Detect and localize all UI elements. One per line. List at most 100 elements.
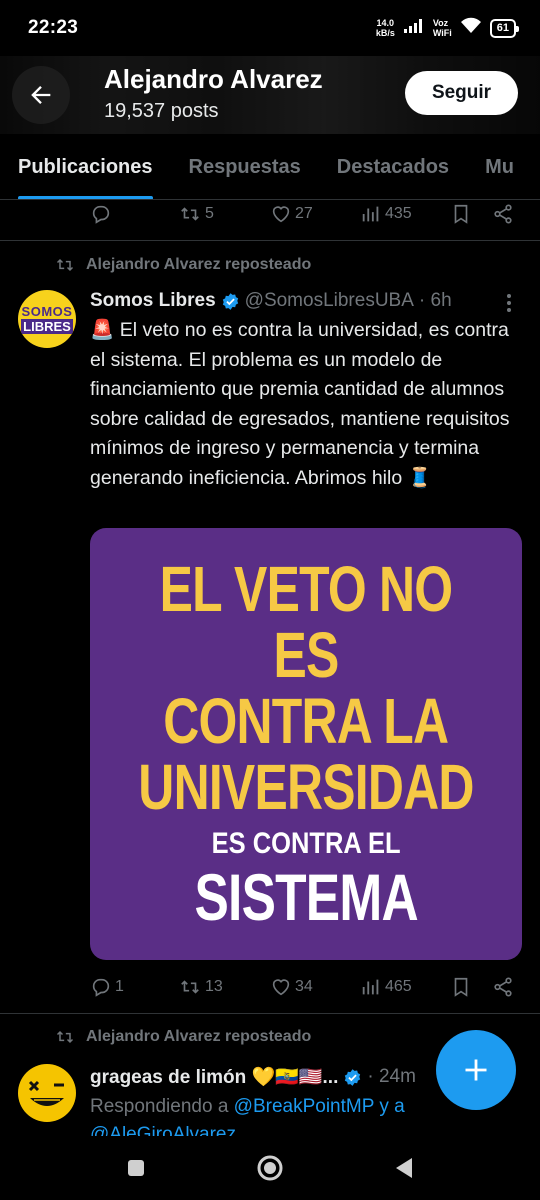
back-nav-button[interactable] [384, 1148, 424, 1188]
like-button[interactable]: 34 [270, 976, 313, 998]
tab-label: Destacados [336, 155, 450, 178]
tab-respuestas[interactable]: Respuestas [171, 134, 319, 199]
views-count: 465 [385, 978, 412, 995]
reply-button[interactable] [90, 203, 115, 225]
compose-button[interactable] [436, 1030, 516, 1110]
profile-name: Alejandro Alvarez [104, 64, 323, 94]
battery-icon: 61 [489, 18, 520, 38]
status-bar: 22:23 14.0 kB/s Voz WiFi 61 [0, 0, 540, 56]
voz-label: Voz [432, 18, 449, 28]
views-button[interactable]: 435 [360, 203, 412, 225]
network-speed-value: 14.0 [376, 18, 395, 28]
repost-button[interactable]: 13 [178, 976, 223, 998]
bookmark-button[interactable] [450, 976, 472, 998]
tweet-header: grageas de limón 💛🇪🇨🇺🇸... · 24m [90, 1065, 440, 1089]
arrow-left-icon [31, 86, 51, 104]
share-icon [494, 977, 512, 997]
home-button[interactable] [250, 1148, 290, 1188]
like-count: 34 [295, 978, 313, 995]
tweet-timestamp[interactable]: · 24m [367, 1066, 416, 1088]
views-button[interactable]: 465 [360, 976, 412, 998]
avatar[interactable] [18, 1064, 76, 1122]
like-count: 27 [295, 205, 313, 222]
tweet-text[interactable]: 🚨 El veto no es contra la universidad, e… [90, 316, 520, 493]
profile-post-count: 19,537 posts [104, 100, 219, 122]
signal-icon [403, 18, 425, 39]
divider [0, 1013, 540, 1014]
image-text-line: CONTRA LA [163, 685, 449, 757]
author-name[interactable]: Somos Libres [90, 290, 216, 312]
tweet-header: Somos Libres @SomosLibresUBA · 6h [90, 290, 452, 312]
mention-link[interactable]: @BreakPointMP [234, 1096, 374, 1117]
avatar[interactable]: SOMOS LIBRES [18, 290, 76, 348]
follow-button[interactable]: Seguir [405, 71, 518, 115]
repost-label[interactable]: Alejandro Alvarez reposteado [86, 1028, 311, 1046]
status-icons: 14.0 kB/s Voz WiFi 61 [376, 17, 520, 39]
reply-icon [92, 978, 110, 997]
views-chart-icon [362, 206, 379, 222]
image-text-line: ES CONTRA EL [211, 827, 401, 860]
tab-multimedia[interactable]: Mu [467, 134, 532, 199]
replying-to-label: Respondiendo a [90, 1096, 229, 1117]
triangle-back-icon [396, 1158, 412, 1178]
profile-tabs: Publicaciones Respuestas Destacados Mu [0, 134, 540, 200]
network-speed: 14.0 kB/s [376, 18, 395, 38]
replying-to: Respondiendo a @BreakPointMP y a [90, 1096, 405, 1118]
share-icon [494, 204, 512, 224]
repost-button[interactable]: 5 [178, 203, 214, 225]
more-options-button[interactable] [505, 292, 513, 319]
image-text-line: UNIVERSIDAD [138, 751, 474, 823]
tweet-image[interactable]: EL VETO NO ES CONTRA LA UNIVERSIDAD ES C… [90, 528, 522, 960]
repost-count: 5 [205, 205, 214, 222]
bookmark-icon [454, 204, 468, 224]
image-text-line: EL VETO NO ES [159, 553, 453, 691]
tab-label: Mu [485, 155, 514, 178]
voz-wifi-label: Voz WiFi [433, 18, 452, 38]
tweet-actions: 1 13 34 465 [90, 975, 520, 999]
author-handle[interactable]: @SomosLibresUBA [245, 290, 414, 312]
share-button[interactable] [492, 203, 514, 225]
reply-icon [92, 205, 110, 224]
repost-icon [56, 258, 74, 272]
square-icon [128, 1160, 144, 1176]
system-nav-bar [0, 1136, 540, 1200]
mention-link[interactable]: @AleGiroAlvarez [90, 1124, 236, 1136]
repost-icon [181, 980, 199, 994]
tab-publicaciones[interactable]: Publicaciones [0, 134, 171, 199]
reply-count: 1 [115, 978, 124, 995]
like-button[interactable]: 27 [270, 203, 313, 225]
repost-indicator: Alejandro Alvarez reposteado [54, 255, 311, 275]
divider [0, 240, 540, 241]
reply-button[interactable]: 1 [90, 976, 124, 998]
bookmark-button[interactable] [450, 203, 472, 225]
grinning-face-icon [28, 1080, 64, 1106]
repost-icon [56, 1030, 74, 1044]
back-button[interactable] [12, 66, 70, 124]
recents-button[interactable] [116, 1148, 156, 1188]
profile-header: Alejandro Alvarez 19,537 posts Seguir [0, 56, 540, 134]
heart-icon [272, 206, 290, 223]
bookmark-icon [454, 977, 468, 997]
wifi-icon [460, 17, 482, 39]
heart-icon [272, 979, 290, 996]
verified-badge-icon [345, 1068, 361, 1086]
verified-badge-icon [222, 292, 238, 310]
prev-tweet-actions: 5 27 435 [90, 202, 520, 226]
status-time: 22:23 [28, 17, 79, 38]
tab-label: Publicaciones [18, 155, 153, 178]
network-speed-unit: kB/s [375, 28, 395, 38]
repost-label[interactable]: Alejandro Alvarez reposteado [86, 256, 311, 274]
tab-destacados[interactable]: Destacados [319, 134, 467, 199]
author-name[interactable]: grageas de limón 💛🇪🇨🇺🇸... [90, 1065, 338, 1089]
wifi-label: WiFi [432, 28, 452, 38]
avatar-text-libres: LIBRES [21, 318, 73, 334]
more-vertical-icon [507, 294, 511, 312]
views-count: 435 [385, 205, 412, 222]
tweet-timestamp[interactable]: · 6h [419, 290, 452, 312]
share-button[interactable] [492, 976, 514, 998]
compose-plus-icon [465, 1059, 487, 1081]
replying-to-conjunction: y a [379, 1096, 405, 1117]
repost-indicator: Alejandro Alvarez reposteado [54, 1027, 311, 1047]
repost-icon [181, 207, 199, 221]
battery-level: 61 [496, 22, 509, 34]
